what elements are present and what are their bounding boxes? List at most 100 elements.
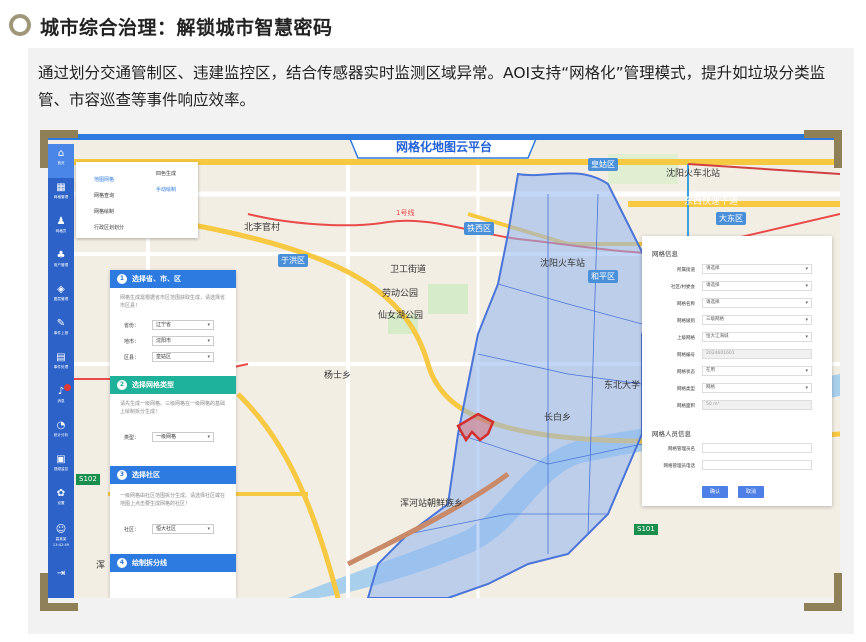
sidebar: ⌂ 首页 ▦ 网格管理 ♟ 网格员 ♣ 用户管理 ◈ 图层管理 ✎ 事件上报 ▤ 事件处理 ♪…	[48, 144, 74, 598]
grid-info-field[interactable]: 2024601601	[702, 349, 812, 359]
menu-item[interactable]: 手动绘制	[156, 186, 176, 193]
sidebar-item-report[interactable]: ✎ 事件上报	[48, 314, 74, 348]
step-desc: 一级网格由社区范围拆分生成。请选择社区或在地图上点击要生成网格的社区！	[120, 493, 226, 507]
chevron-down-icon: ▾	[805, 385, 808, 391]
sidebar-item-layers[interactable]: ◈ 图层管理	[48, 280, 74, 314]
people-icon: ♣	[56, 250, 66, 261]
map-label: 杨士乡	[324, 371, 352, 381]
panel-title: 网格信息	[652, 250, 678, 258]
section-title: 城市综合治理：解锁城市智慧密码	[40, 17, 333, 39]
grid-info-field[interactable]: 请选择 ▾	[702, 298, 812, 308]
grid-info-panel: 网格信息 所属街道 请选择 ▾ 社区/村委会 请选择 ▾ 网格名称 请选择 ▾ 网格级别 三级网格 ▾…	[642, 236, 832, 506]
map-label: 北李官村	[244, 223, 281, 233]
city-select[interactable]: 沈阳市 ▾	[152, 336, 214, 346]
map-label: 劳动公园	[382, 289, 419, 299]
community-select[interactable]: 恒大社区 ▾	[152, 524, 214, 534]
field-label: 网格管理员电话	[663, 464, 696, 469]
grid-info-field[interactable]: 恒大江海城 ▾	[702, 332, 812, 342]
chart-icon: ◔	[56, 420, 66, 431]
sidebar-item-settings[interactable]: ✿ 设置	[48, 484, 74, 518]
video-icon: ▣	[56, 454, 66, 465]
manager-name-input[interactable]	[702, 443, 812, 453]
menu-item[interactable]: 网格绘制	[94, 208, 114, 215]
menu-item[interactable]: 地图网格	[94, 176, 114, 183]
field-label: 社区/村委会	[670, 285, 695, 290]
step-desc: 请先生成一级网格。三级网格在一级网格的基础上绘制拆分生成！	[120, 401, 226, 415]
sidebar-item-video[interactable]: ▣ 视频监控	[48, 450, 74, 484]
grid-info-field[interactable]: 50 m²	[702, 400, 812, 410]
step-header: 3 选择社区	[110, 466, 236, 484]
clipboard-icon: ▤	[56, 352, 66, 363]
map-label: 仙女湖公园	[378, 311, 424, 321]
map-label: 沈阳火车站	[540, 259, 586, 269]
user-info[interactable]: ☺ 高某某 13:42:49	[48, 520, 74, 554]
grid-info-field[interactable]: 三级网格 ▾	[702, 315, 812, 325]
map-label: 卫工街道	[390, 265, 427, 275]
grid-type-select[interactable]: 一级网格 ▾	[152, 432, 214, 442]
manager-phone-input[interactable]	[702, 460, 812, 470]
sidebar-item-handle[interactable]: ▤ 事件处理	[48, 348, 74, 382]
field-label: 上级网格	[677, 336, 695, 341]
sidebar-item-messages[interactable]: ♪ 消息	[48, 382, 74, 416]
flyout-menu: 地图网格 网格查询 网格绘制 行政区划划分 四色生成 手动绘制	[76, 162, 198, 238]
map-label: 大东区	[716, 212, 746, 225]
frame-corner	[40, 573, 78, 611]
menu-item[interactable]: 四色生成	[156, 170, 176, 177]
grid-info-field[interactable]: 网格 ▾	[702, 383, 812, 393]
field-label: 所属街道	[677, 268, 695, 273]
road-shield: S102	[76, 474, 100, 485]
chevron-down-icon: ▾	[207, 354, 210, 360]
chevron-down-icon: ▾	[805, 300, 808, 306]
province-select[interactable]: 辽宁省 ▾	[152, 320, 214, 330]
report-icon: ✎	[56, 318, 66, 329]
chevron-down-icon: ▾	[805, 283, 808, 289]
step-header: 4 绘制拆分线	[110, 554, 236, 572]
chevron-down-icon: ▾	[805, 317, 808, 323]
grid-info-field[interactable]: 请选择 ▾	[702, 264, 812, 274]
map-label: 浑河站朝鲜族乡	[400, 499, 464, 509]
frame-corner	[804, 573, 842, 611]
intro-paragraph: 通过划分交通管制区、违建监控区，结合传感器实时监测区域异常。AOI支持“网格化”…	[38, 64, 826, 109]
grid-info-field[interactable]: 请选择 ▾	[702, 281, 812, 291]
field-label: 类型：	[124, 435, 140, 441]
district-select[interactable]: 皇姑区 ▾	[152, 352, 214, 362]
sidebar-item-grid[interactable]: ▦ 网格管理	[48, 178, 74, 212]
grid-manage-icon: ▦	[56, 182, 66, 193]
chevron-down-icon: ▾	[805, 334, 808, 340]
gear-icon: ✿	[56, 488, 66, 499]
map-label: 浑	[96, 561, 106, 571]
layers-icon: ◈	[57, 284, 65, 295]
field-label: 网格编号	[677, 353, 695, 358]
avatar-icon: ☺	[55, 524, 67, 535]
circle-bullet-icon	[9, 14, 31, 36]
sidebar-item-stats[interactable]: ◔ 统计分析	[48, 416, 74, 450]
sidebar-item-users[interactable]: ♣ 用户管理	[48, 246, 74, 280]
field-label: 地市：	[124, 339, 140, 345]
grid-info-field[interactable]: 在用 ▾	[702, 366, 812, 376]
menu-item[interactable]: 行政区划划分	[94, 224, 124, 231]
grid-generate-panel: 1 选择省、市、区 网格生成需根据省市区范围获取生成，请选择省市区县！ 省份： 辽…	[110, 270, 236, 598]
map-label: 沈阳火车北站	[666, 169, 721, 179]
staff-title: 网格人员信息	[652, 430, 691, 438]
map-label: 铁西区	[464, 222, 494, 235]
metro-line-label: 1号线	[396, 209, 415, 217]
cancel-button[interactable]: 取消	[738, 486, 764, 498]
field-label: 社区：	[124, 527, 140, 533]
map-label: 和平区	[588, 270, 618, 283]
confirm-button[interactable]: 确认	[702, 486, 728, 498]
page: 城市综合治理：解锁城市智慧密码 通过划分交通管制区、违建监控区，结合传感器实时监…	[0, 0, 866, 642]
menu-item[interactable]: 网格查询	[94, 192, 114, 199]
app-title: 网格化地图云平台	[396, 140, 493, 154]
map-label: 东北大学	[604, 381, 641, 391]
map-label: 长白乡	[544, 413, 572, 423]
step-header: 2 选择网格类型	[110, 376, 236, 394]
map-label: 皇姑区	[588, 158, 618, 171]
road-shield: S101	[634, 524, 658, 535]
chevron-down-icon: ▾	[207, 338, 210, 344]
map-label: 东西快速干道	[684, 197, 739, 207]
chevron-down-icon: ▾	[207, 434, 210, 440]
chevron-down-icon: ▾	[805, 368, 808, 374]
sidebar-item-gridman[interactable]: ♟ 网格员	[48, 212, 74, 246]
chevron-down-icon: ▾	[207, 526, 210, 532]
step-header: 1 选择省、市、区	[110, 270, 236, 288]
